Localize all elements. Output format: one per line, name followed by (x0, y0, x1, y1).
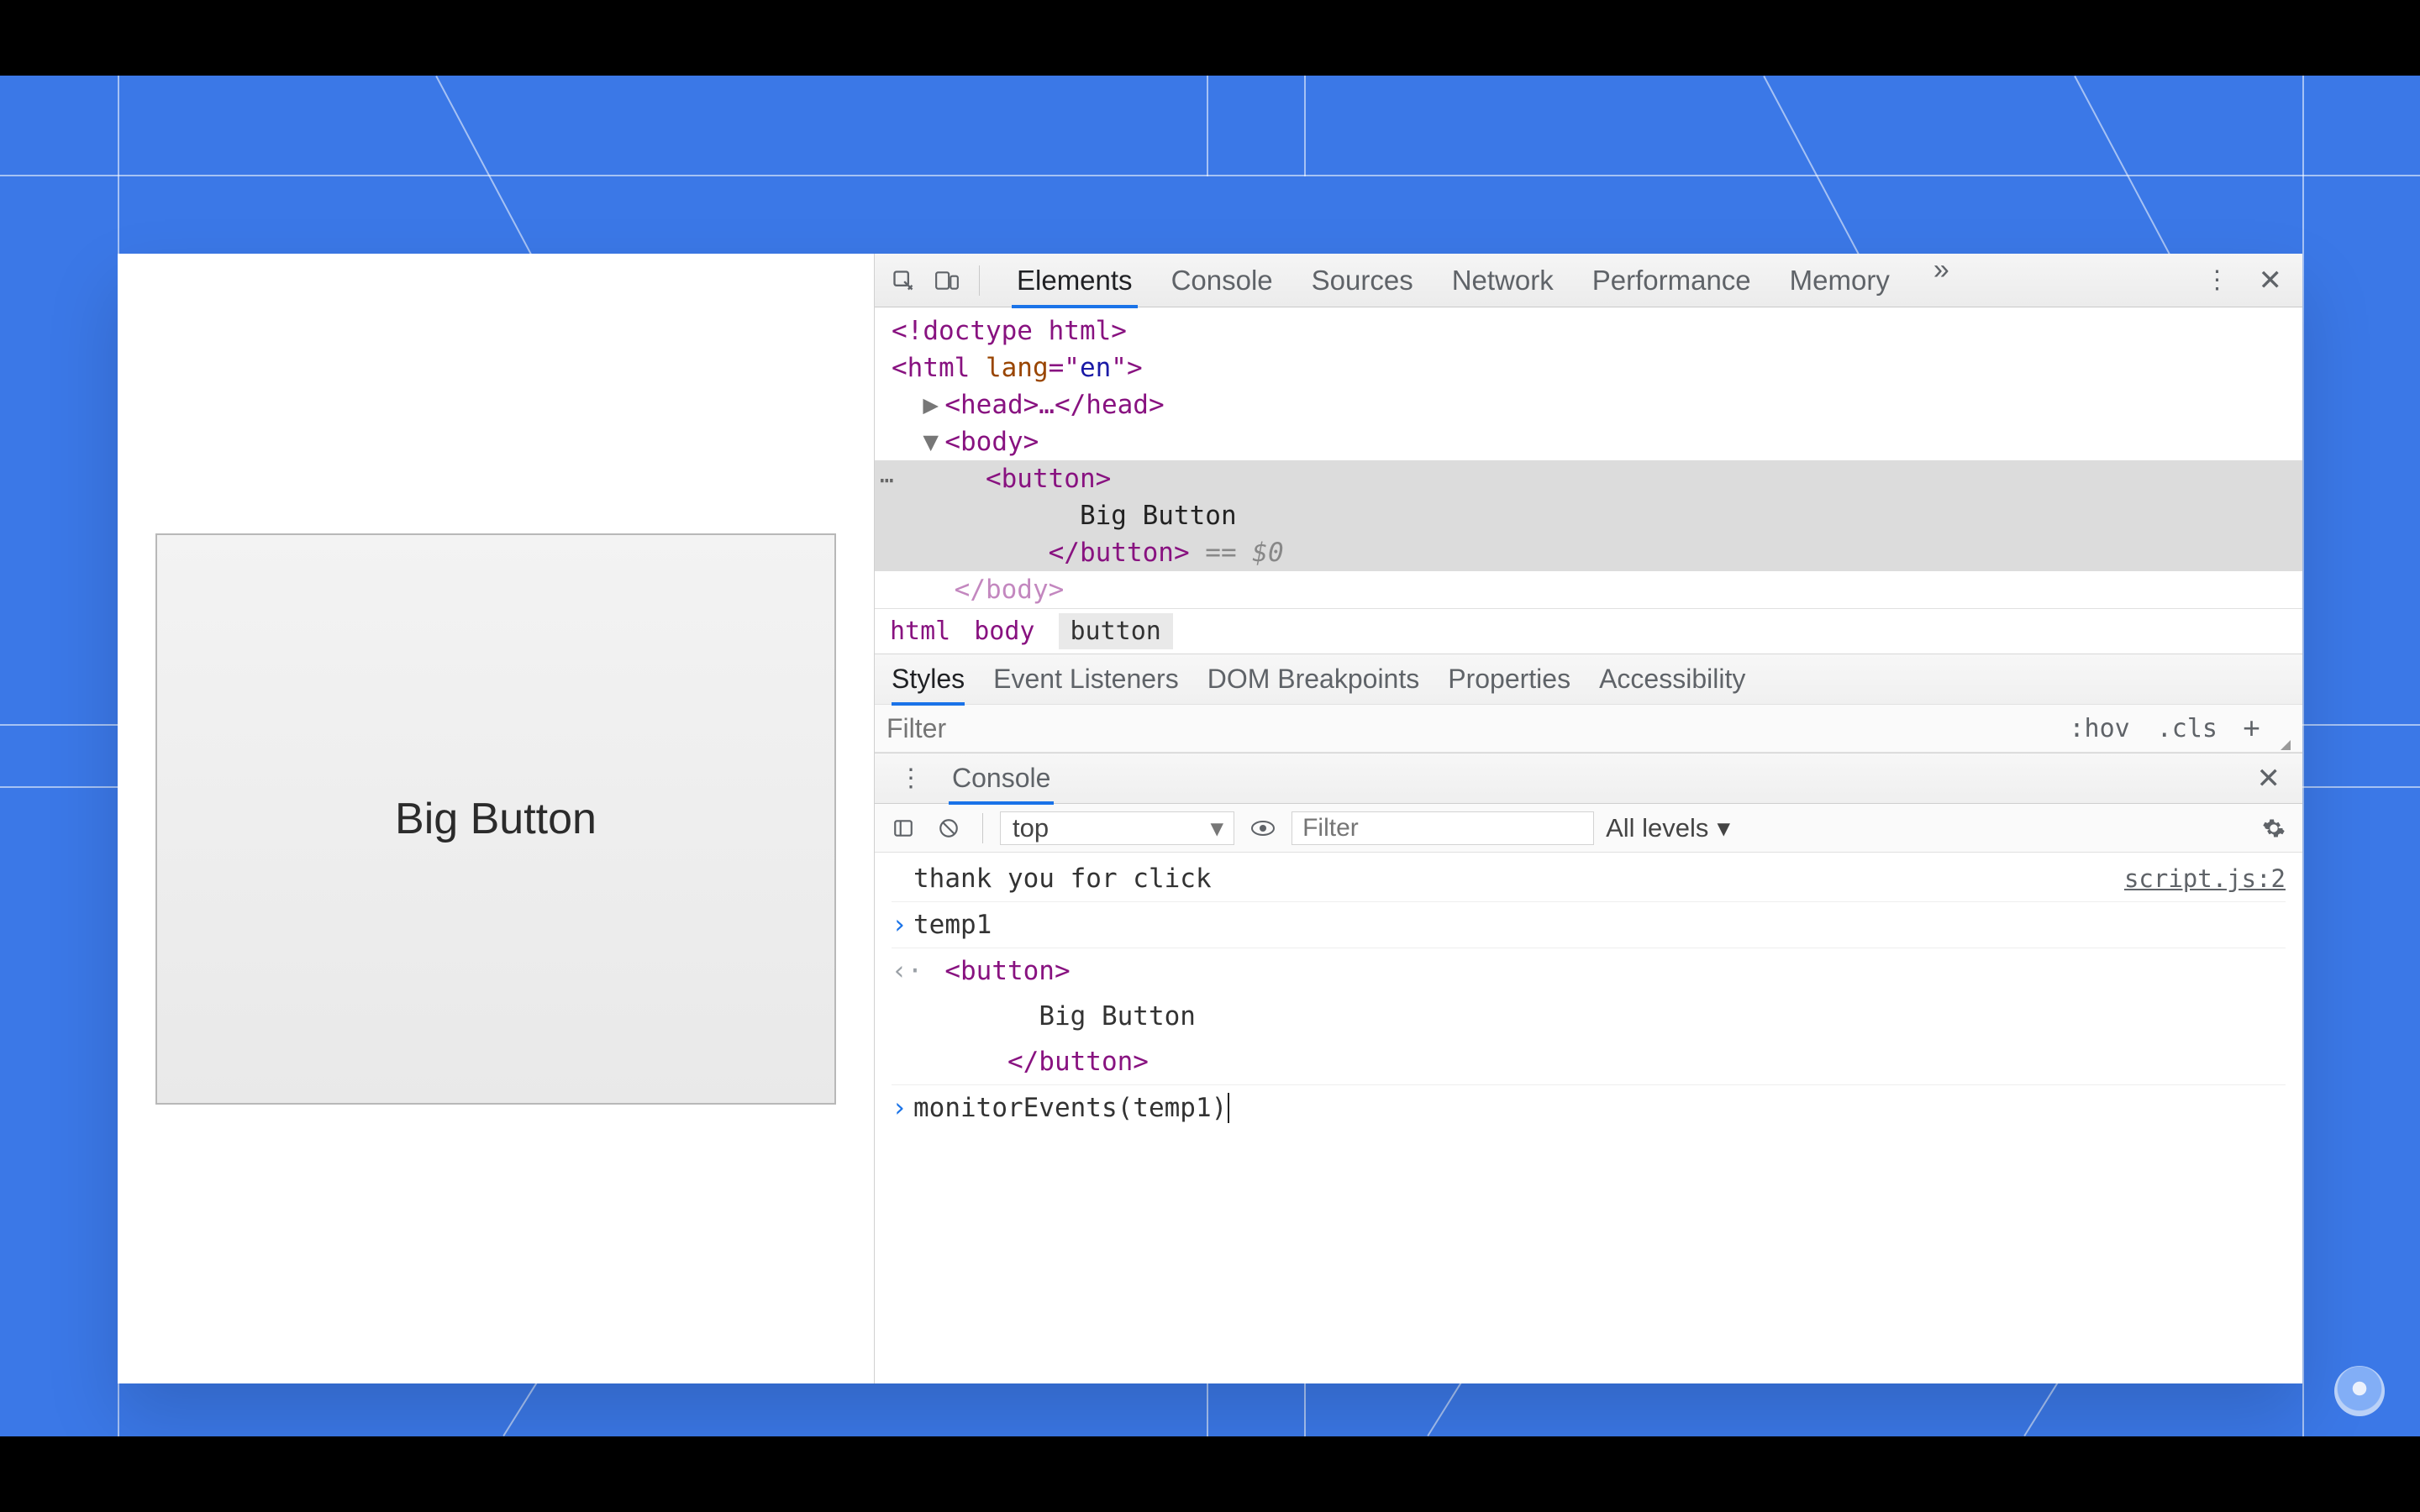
dom-head[interactable]: <head>…</head> (944, 390, 1164, 420)
output-icon: ‹· (892, 952, 913, 990)
device-toggle-icon[interactable] (930, 264, 964, 297)
dom-button-close: </button> (1049, 538, 1190, 568)
console-output-text: Big Button (913, 997, 2286, 1036)
resize-corner-icon[interactable] (2279, 706, 2291, 750)
console-filter-input[interactable] (1292, 811, 1594, 845)
console-settings-icon[interactable] (2257, 811, 2291, 845)
devtools-tabs: Elements Console Sources Network Perform… (1012, 254, 2185, 307)
hov-toggle[interactable]: :hov (2062, 714, 2136, 743)
drawer-kebab-icon[interactable]: ⋮ (888, 764, 934, 793)
console-input-row: › temp1 (892, 902, 2286, 948)
console-current-input-row[interactable]: › monitorEvents(temp1) (892, 1085, 2286, 1131)
console-log-row: thank you for click script.js:2 (892, 856, 2286, 902)
devtools-topbar: Elements Console Sources Network Perform… (875, 254, 2302, 307)
prompt-icon: › (892, 906, 913, 944)
tab-performance[interactable]: Performance (1587, 254, 1756, 307)
collapse-arrow-icon[interactable]: ▼ (923, 423, 939, 460)
log-levels-select[interactable]: All levels ▾ (1606, 813, 1730, 843)
dom-doctype[interactable]: <!doctype html> (892, 316, 1127, 346)
dom-ref-hint: == $0 (1205, 538, 1283, 568)
dom-tree[interactable]: <!doctype html> <html lang="en"> ▶<head>… (875, 307, 2302, 608)
clear-console-icon[interactable] (932, 811, 965, 845)
dom-button-open: <button> (986, 464, 1111, 494)
cls-toggle[interactable]: .cls (2150, 714, 2224, 743)
console-output-element: <button> (913, 952, 2286, 990)
console-entry-temp1: temp1 (913, 906, 2286, 944)
styles-filter-input[interactable] (886, 713, 2049, 744)
workspace: Big Button Elements Console Sources Netw… (118, 254, 2302, 1383)
tab-properties[interactable]: Properties (1448, 654, 1570, 705)
console-sidebar-icon[interactable] (886, 811, 920, 845)
prompt-icon: › (892, 1089, 913, 1127)
separator (982, 813, 983, 843)
tab-event-listeners[interactable]: Event Listeners (993, 654, 1179, 705)
devtools-panel: Elements Console Sources Network Perform… (874, 254, 2302, 1383)
drawer-tab-console[interactable]: Console (949, 753, 1054, 804)
close-icon[interactable]: ✕ (2250, 264, 2291, 297)
tabs-overflow-icon[interactable]: » (1923, 254, 1960, 307)
letterbox-top (0, 0, 2420, 76)
tab-sources[interactable]: Sources (1307, 254, 1418, 307)
chrome-logo-icon (2334, 1366, 2385, 1416)
breadcrumb: html body button (875, 608, 2302, 654)
chevron-down-icon: ▾ (1211, 813, 1224, 843)
console-input-text[interactable]: monitorEvents(temp1) (913, 1089, 2286, 1127)
live-expression-icon[interactable] (1246, 811, 1280, 845)
tab-network[interactable]: Network (1447, 254, 1559, 307)
console-output-row: Big Button (892, 994, 2286, 1039)
console-output-row: ‹· <button> (892, 948, 2286, 994)
log-levels-label: All levels (1606, 813, 1708, 843)
tab-elements[interactable]: Elements (1012, 254, 1138, 307)
tab-dom-breakpoints[interactable]: DOM Breakpoints (1207, 654, 1420, 705)
console-output-close: </button> (913, 1042, 2286, 1081)
console-log-text: thank you for click (913, 859, 2124, 898)
blueprint-background: Big Button Elements Console Sources Netw… (0, 76, 2420, 1436)
rendered-page: Big Button (118, 254, 874, 1383)
console-output-row: </button> (892, 1039, 2286, 1085)
console-drawer: ⋮ Console ✕ top ▾ (875, 753, 2302, 1383)
styles-tabs: Styles Event Listeners DOM Breakpoints P… (875, 654, 2302, 704)
tab-styles[interactable]: Styles (892, 654, 965, 705)
letterbox-bottom (0, 1436, 2420, 1512)
kebab-menu-icon[interactable]: ⋮ (2195, 265, 2240, 295)
breadcrumb-body[interactable]: body (974, 617, 1034, 646)
expand-arrow-icon[interactable]: ▶ (923, 386, 939, 423)
console-output[interactable]: thank you for click script.js:2 › temp1 … (875, 853, 2302, 1383)
big-button[interactable]: Big Button (155, 533, 836, 1105)
console-log-source[interactable]: script.js:2 (2124, 859, 2286, 898)
selection-ellipsis-icon: ⋯ (880, 462, 894, 499)
styles-filter-row: :hov .cls + (875, 704, 2302, 753)
drawer-close-icon[interactable]: ✕ (2249, 762, 2290, 795)
context-select[interactable]: top ▾ (1000, 811, 1234, 845)
dom-html-open[interactable]: <html lang="en"> (892, 353, 1143, 383)
breadcrumb-html[interactable]: html (890, 617, 950, 646)
tab-accessibility[interactable]: Accessibility (1599, 654, 1745, 705)
inspect-icon[interactable] (886, 264, 920, 297)
dom-body-close: </body> (955, 575, 1065, 605)
dom-selected-node[interactable]: ⋯ <button> Big Button </button> == $0 (875, 460, 2302, 571)
separator (979, 265, 980, 296)
dom-body-open[interactable]: <body> (944, 427, 1039, 457)
tab-memory[interactable]: Memory (1785, 254, 1895, 307)
breadcrumb-button[interactable]: button (1059, 613, 1173, 649)
new-style-rule-icon[interactable]: + (2238, 711, 2265, 746)
console-toolbar: top ▾ All levels ▾ (875, 804, 2302, 853)
console-drawer-header: ⋮ Console ✕ (875, 753, 2302, 804)
dom-button-text: Big Button (1080, 501, 1237, 531)
chevron-down-icon: ▾ (1717, 813, 1730, 843)
context-value: top (1013, 813, 1049, 843)
tab-console[interactable]: Console (1166, 254, 1278, 307)
